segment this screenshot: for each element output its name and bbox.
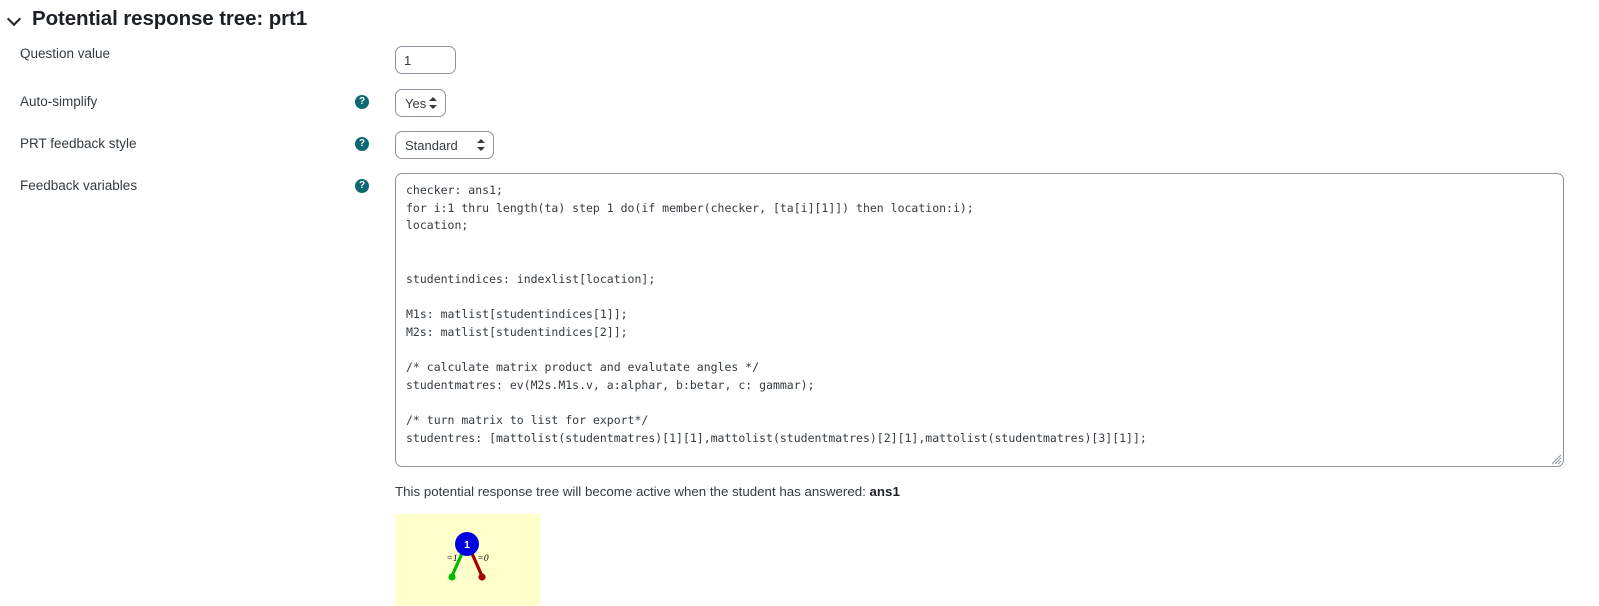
help-slot-prt-feedback-style: ? — [355, 131, 395, 151]
label-auto-simplify: Auto-simplify — [20, 94, 98, 109]
prt-feedback-style-select[interactable]: Standard — [395, 131, 494, 159]
tree-branch-true-label: =1 — [446, 554, 457, 564]
tree-branch-true-endpoint — [448, 573, 456, 581]
field-question-value — [395, 46, 1599, 74]
question-value-input[interactable] — [395, 46, 456, 74]
prt-tree-diagram[interactable]: 1 =1 =0 — [395, 513, 540, 606]
form-row-feedback-variables: Feedback variables ? This potential resp… — [0, 173, 1599, 606]
prt-feedback-style-select-wrap: Standard — [395, 131, 494, 159]
tree-branch-false-label: =0 — [477, 554, 488, 564]
section-header[interactable]: Potential response tree: prt1 — [0, 0, 1599, 34]
form-row-prt-feedback-style: PRT feedback style ? Standard — [0, 131, 1599, 159]
prt-settings-form: Question value Auto-simplify ? Yes PRT f… — [0, 34, 1599, 606]
feedback-variables-textarea-box — [395, 173, 1564, 467]
activation-note-text: This potential response tree will become… — [395, 484, 870, 499]
activation-note-answer: ans1 — [869, 484, 900, 499]
label-feedback-variables: Feedback variables — [20, 178, 138, 193]
help-slot-auto-simplify: ? — [355, 89, 395, 109]
page-title: Potential response tree: prt1 — [32, 6, 308, 30]
help-slot-feedback-variables: ? — [355, 173, 395, 193]
form-row-auto-simplify: Auto-simplify ? Yes — [0, 89, 1599, 117]
help-circle-icon-feedback-variables[interactable]: ? — [355, 179, 369, 193]
select-arrows-icon — [477, 138, 486, 152]
label-prt-feedback-style: PRT feedback style — [20, 136, 137, 151]
auto-simplify-selected-value: Yes — [405, 95, 427, 111]
auto-simplify-select[interactable]: Yes — [395, 89, 446, 117]
tree-root-node-label: 1 — [464, 539, 470, 551]
field-prt-feedback-style: Standard — [395, 131, 1599, 159]
field-auto-simplify: Yes — [395, 89, 1599, 117]
field-feedback-variables: This potential response tree will become… — [395, 173, 1599, 606]
help-circle-icon-prt-feedback-style[interactable]: ? — [355, 137, 369, 151]
prt-feedback-style-selected-value: Standard — [405, 137, 458, 153]
select-arrows-icon — [429, 96, 438, 110]
activation-note: This potential response tree will become… — [395, 467, 1599, 500]
tree-branch-false-endpoint — [478, 573, 486, 581]
auto-simplify-select-wrap: Yes — [395, 89, 446, 117]
help-circle-icon-auto-simplify[interactable]: ? — [355, 95, 369, 109]
feedback-variables-textarea[interactable] — [396, 174, 1563, 466]
label-question-value: Question value — [20, 46, 111, 61]
form-row-question-value: Question value — [0, 46, 1599, 74]
chevron-down-icon[interactable] — [8, 12, 22, 26]
tree-background — [395, 513, 540, 606]
